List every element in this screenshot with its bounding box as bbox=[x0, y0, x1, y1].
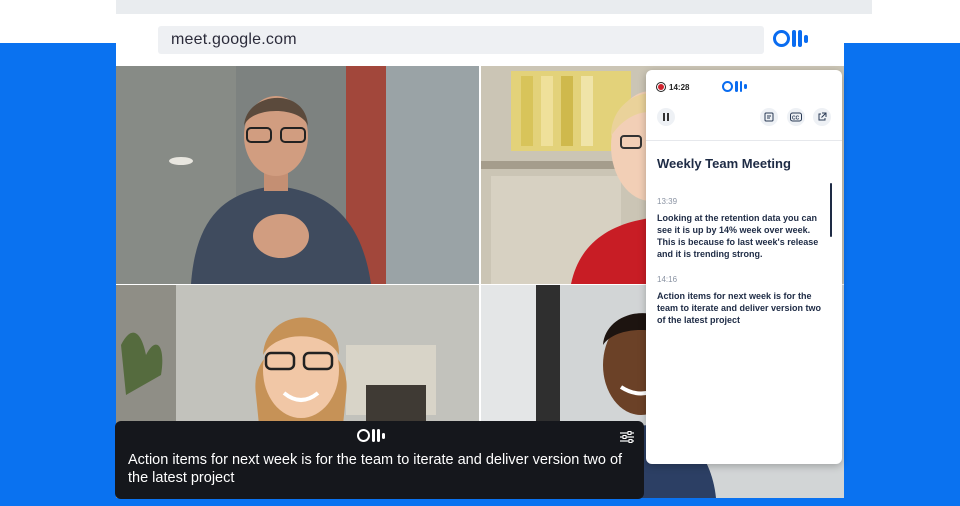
video-tile-participant-1 bbox=[116, 66, 479, 284]
otter-logo-icon bbox=[722, 81, 747, 92]
pause-button[interactable] bbox=[657, 108, 675, 126]
recording-time: 14:28 bbox=[669, 82, 690, 92]
segment-text: Action items for next week is for the te… bbox=[657, 291, 822, 325]
captions-icon: CC bbox=[790, 112, 802, 122]
record-icon bbox=[656, 82, 666, 92]
address-bar-url: meet.google.com bbox=[171, 31, 297, 48]
notes-icon bbox=[764, 112, 774, 122]
segment-text: Looking at the retention data you can se… bbox=[657, 213, 819, 259]
transcript-segment: 13:39 Looking at the retention data you … bbox=[657, 197, 829, 260]
recording-indicator: 14:28 bbox=[656, 82, 689, 92]
caption-settings-button[interactable] bbox=[619, 430, 635, 448]
popout-button[interactable] bbox=[813, 108, 831, 126]
participant-1-image bbox=[116, 66, 479, 284]
caption-text: Action items for next week is for the te… bbox=[128, 452, 623, 486]
external-link-icon bbox=[818, 112, 827, 121]
segment-timestamp: 13:39 bbox=[657, 197, 678, 206]
transcript-segment: 14:16 Action items for next week is for … bbox=[657, 275, 829, 326]
settings-sliders-icon bbox=[620, 431, 634, 443]
segment-timestamp: 14:16 bbox=[657, 275, 678, 284]
transcript-panel: 14:28 CC Weekly Team Meeting 13:39 Looki… bbox=[646, 70, 842, 464]
notes-button[interactable] bbox=[760, 108, 778, 126]
otter-logo-icon[interactable] bbox=[773, 30, 808, 47]
otter-logo-icon bbox=[357, 429, 385, 442]
svg-text:CC: CC bbox=[792, 115, 800, 121]
panel-divider bbox=[646, 140, 842, 141]
captions-button[interactable]: CC bbox=[787, 108, 805, 126]
meeting-title: Weekly Team Meeting bbox=[657, 156, 791, 171]
live-caption-bar: Action items for next week is for the te… bbox=[115, 421, 644, 499]
address-bar[interactable]: meet.google.com bbox=[158, 26, 764, 54]
transcript-scrollbar[interactable] bbox=[830, 183, 832, 237]
pause-icon bbox=[663, 113, 665, 121]
browser-top-strip bbox=[116, 0, 872, 14]
